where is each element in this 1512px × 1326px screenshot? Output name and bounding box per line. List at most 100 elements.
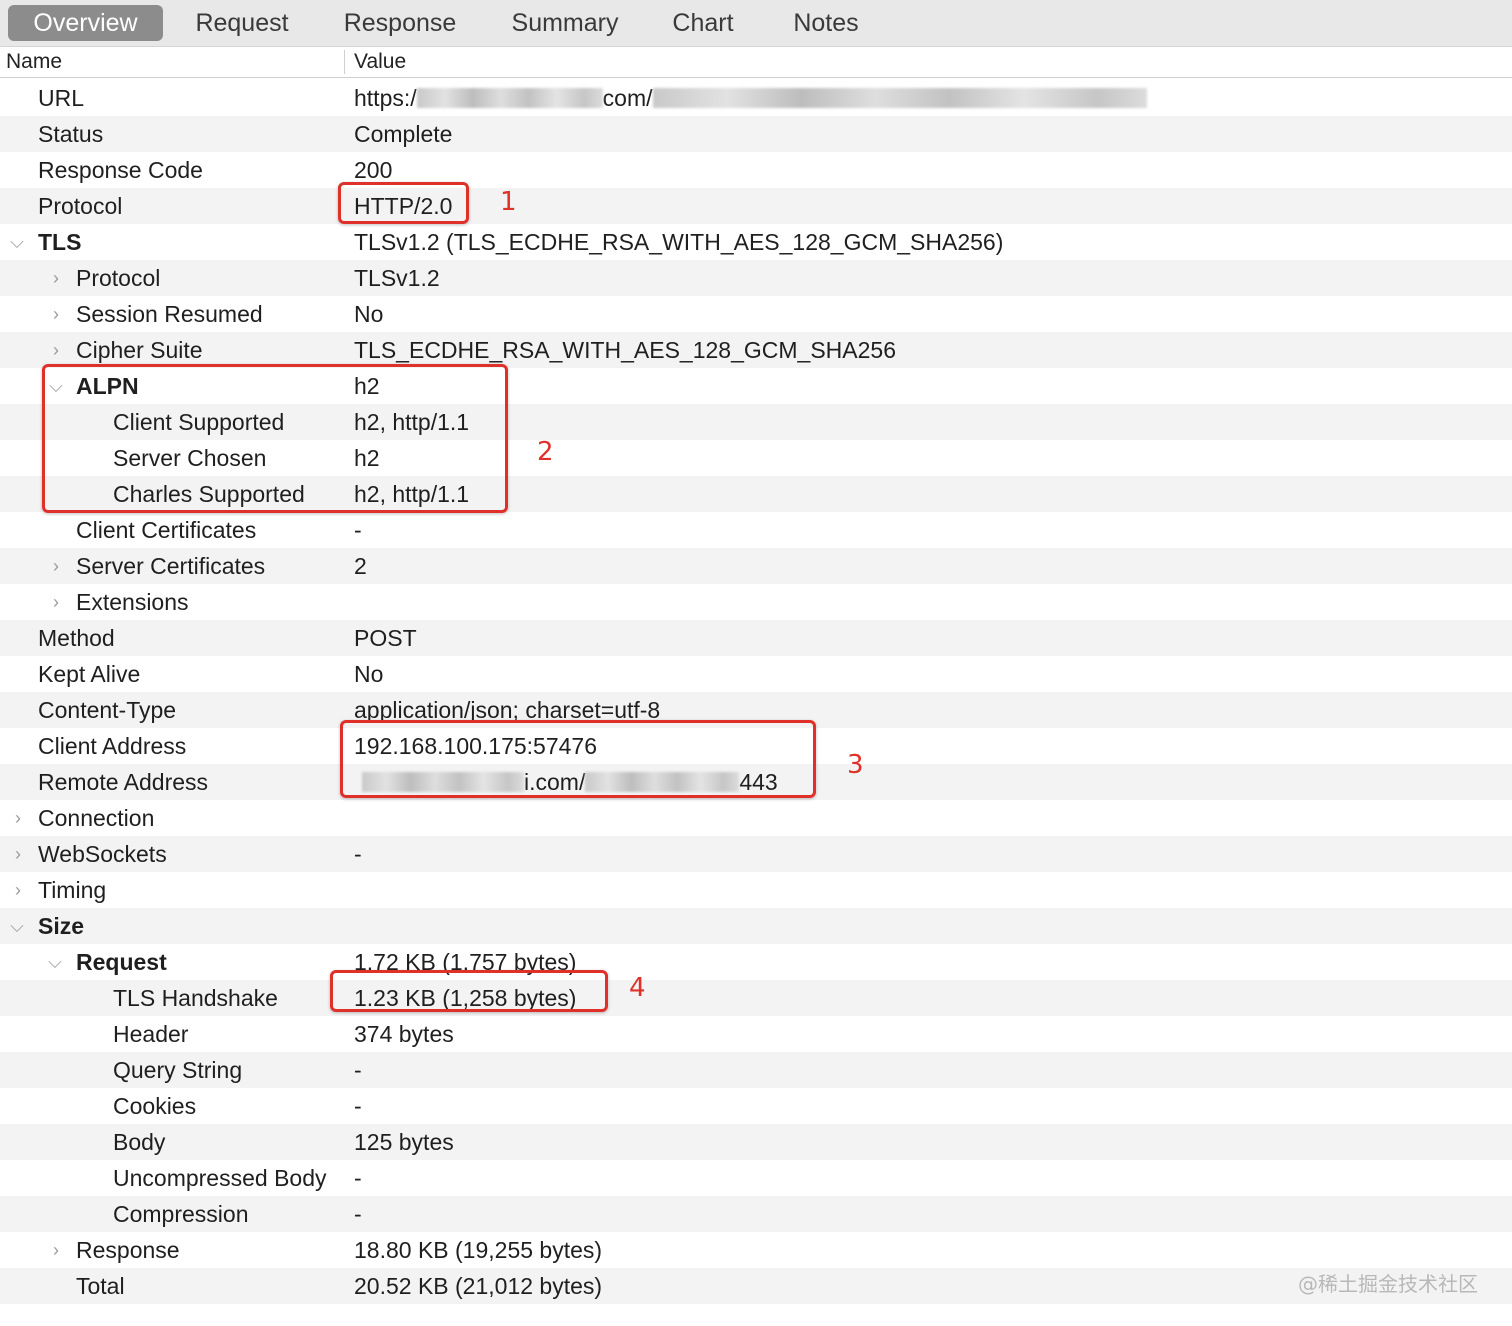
row-name: Compression — [113, 1201, 249, 1227]
row-value: TLSv1.2 — [354, 265, 440, 291]
row-name: Response — [76, 1237, 180, 1263]
row-total[interactable]: Total 20.52 KB (21,012 bytes) — [0, 1268, 1512, 1304]
annotation-box-tls-handshake — [330, 970, 608, 1012]
row-cipher-suite[interactable]: › Cipher Suite TLS_ECDHE_RSA_WITH_AES_12… — [0, 332, 1512, 368]
annotation-number: 4 — [629, 973, 646, 1003]
chevron-down-icon[interactable]: ⌵ — [47, 944, 63, 980]
row-value: - — [354, 1093, 362, 1119]
chevron-right-icon[interactable]: › — [48, 296, 64, 332]
row-value: Complete — [354, 121, 453, 147]
redacted-blur — [416, 88, 603, 109]
row-value: 374 bytes — [354, 1021, 454, 1047]
row-tls-protocol[interactable]: › Protocol TLSv1.2 — [0, 260, 1512, 296]
tab-overview[interactable]: Overview — [8, 5, 163, 41]
row-cookies[interactable]: Cookies - — [0, 1088, 1512, 1124]
row-value: No — [354, 661, 384, 687]
row-body[interactable]: Body 125 bytes — [0, 1124, 1512, 1160]
row-name: Header — [113, 1021, 189, 1047]
row-name: Protocol — [38, 193, 123, 219]
annotation-box-protocol — [338, 182, 469, 224]
column-header-value[interactable]: Value — [354, 50, 406, 74]
chevron-right-icon[interactable]: › — [10, 800, 26, 836]
row-value: No — [354, 301, 384, 327]
row-size-request[interactable]: ⌵ Request 1.72 KB (1,757 bytes) — [0, 944, 1512, 980]
tab-chart[interactable]: Chart — [656, 5, 750, 41]
row-value: - — [354, 1057, 362, 1083]
row-name: Method — [38, 625, 115, 651]
tab-bar: Overview Request Response Summary Chart … — [0, 0, 1512, 47]
chevron-down-icon[interactable]: ⌵ — [9, 224, 25, 260]
annotation-number: 1 — [500, 187, 517, 217]
annotation-number: 2 — [537, 437, 554, 467]
row-tls-handshake[interactable]: TLS Handshake 1.23 KB (1,258 bytes) — [0, 980, 1512, 1016]
row-value: - — [354, 1165, 362, 1191]
tab-notes[interactable]: Notes — [776, 5, 876, 41]
row-server-certificates[interactable]: › Server Certificates 2 — [0, 548, 1512, 584]
url-prefix: https:/ — [354, 85, 417, 111]
column-divider[interactable] — [344, 50, 345, 74]
row-name: WebSockets — [38, 841, 167, 867]
column-header-name[interactable]: Name — [6, 50, 62, 74]
row-value: TLSv1.2 (TLS_ECDHE_RSA_WITH_AES_128_GCM_… — [354, 229, 1004, 255]
row-kept-alive[interactable]: Kept Alive No — [0, 656, 1512, 692]
row-response-code[interactable]: Response Code 200 — [0, 152, 1512, 188]
row-name: Total — [76, 1273, 125, 1299]
chevron-right-icon[interactable]: › — [48, 260, 64, 296]
row-name: Client Address — [38, 733, 187, 759]
row-name: TLS Handshake — [113, 985, 278, 1011]
row-name: Session Resumed — [76, 301, 263, 327]
row-value: - — [354, 1201, 362, 1227]
row-extensions[interactable]: › Extensions — [0, 584, 1512, 620]
row-status[interactable]: Status Complete — [0, 116, 1512, 152]
chevron-right-icon[interactable]: › — [48, 332, 64, 368]
row-value: POST — [354, 625, 417, 651]
row-name: Status — [38, 121, 104, 147]
chevron-right-icon[interactable]: › — [48, 548, 64, 584]
chevron-right-icon[interactable]: › — [48, 584, 64, 620]
row-value: 18.80 KB (19,255 bytes) — [354, 1237, 603, 1263]
row-name: Connection — [38, 805, 155, 831]
row-name: Remote Address — [38, 769, 209, 795]
row-value: 2 — [354, 553, 367, 579]
row-compression[interactable]: Compression - — [0, 1196, 1512, 1232]
row-header[interactable]: Header 374 bytes — [0, 1016, 1512, 1052]
row-value: https:/ com/ — [354, 80, 1147, 116]
row-value: TLS_ECDHE_RSA_WITH_AES_128_GCM_SHA256 — [354, 337, 897, 363]
row-name: Query String — [113, 1057, 243, 1083]
row-query-string[interactable]: Query String - — [0, 1052, 1512, 1088]
row-client-certificates[interactable]: Client Certificates - — [0, 512, 1512, 548]
row-name: Uncompressed Body — [113, 1165, 327, 1191]
row-connection[interactable]: › Connection — [0, 800, 1512, 836]
row-size[interactable]: ⌵ Size — [0, 908, 1512, 944]
row-size-response[interactable]: › Response 18.80 KB (19,255 bytes) — [0, 1232, 1512, 1268]
column-header-row: Name Value — [0, 47, 1512, 78]
tab-summary[interactable]: Summary — [494, 5, 636, 41]
chevron-right-icon[interactable]: › — [10, 872, 26, 908]
redacted-blur — [652, 88, 1147, 109]
row-session-resumed[interactable]: › Session Resumed No — [0, 296, 1512, 332]
row-name: Cipher Suite — [76, 337, 203, 363]
row-timing[interactable]: › Timing — [0, 872, 1512, 908]
tab-request[interactable]: Request — [178, 5, 306, 41]
tab-response[interactable]: Response — [328, 5, 472, 41]
row-name: Extensions — [76, 589, 189, 615]
row-websockets[interactable]: › WebSockets - — [0, 836, 1512, 872]
url-mid: com/ — [602, 85, 653, 111]
row-name: URL — [38, 85, 85, 111]
row-url[interactable]: URL https:/ com/ — [0, 80, 1512, 116]
row-method[interactable]: Method POST — [0, 620, 1512, 656]
row-name: Request — [76, 949, 167, 975]
chevron-right-icon[interactable]: › — [10, 836, 26, 872]
annotation-box-alpn — [42, 364, 508, 513]
row-name: Timing — [38, 877, 107, 903]
annotation-number: 3 — [847, 750, 864, 780]
row-value: - — [354, 517, 362, 543]
row-name: Cookies — [113, 1093, 197, 1119]
row-tls[interactable]: ⌵ TLS TLSv1.2 (TLS_ECDHE_RSA_WITH_AES_12… — [0, 224, 1512, 260]
row-protocol[interactable]: Protocol HTTP/2.0 — [0, 188, 1512, 224]
row-name: Kept Alive — [38, 661, 141, 687]
chevron-right-icon[interactable]: › — [48, 1232, 64, 1268]
chevron-down-icon[interactable]: ⌵ — [9, 908, 25, 944]
annotation-box-addresses — [340, 720, 816, 798]
row-uncompressed-body[interactable]: Uncompressed Body - — [0, 1160, 1512, 1196]
